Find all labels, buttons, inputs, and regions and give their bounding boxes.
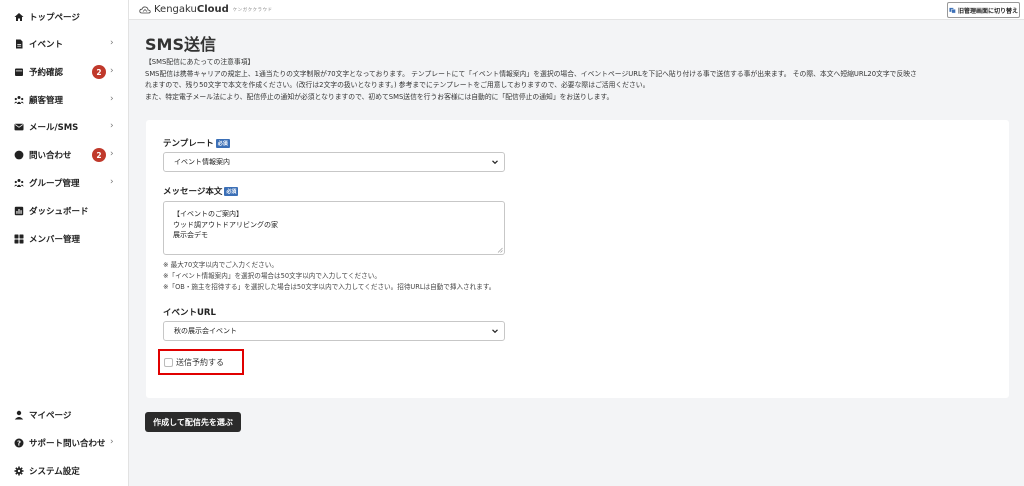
question-icon: ? (14, 438, 24, 448)
chevron-right-icon: › (110, 94, 114, 104)
sidebar: トップページ イベント › 予約確認 2 › 顧客管理 › メール/SMS › … (0, 0, 129, 486)
message-line: 展示会デモ (173, 231, 208, 239)
group-icon (14, 178, 24, 188)
sidebar-item-top[interactable]: トップページ (0, 6, 129, 28)
sidebar-item-label: サポート問い合わせ (29, 439, 106, 449)
mail-icon (14, 122, 24, 132)
sidebar-item-event[interactable]: イベント › (0, 33, 129, 55)
notice-line: 【SMS配信にあたっての注意事項】 (145, 58, 255, 66)
message-label: メッセージ本文 必須 (163, 185, 239, 197)
sidebar-item-mail-sms[interactable]: メール/SMS › (0, 116, 129, 138)
template-select-value: イベント情報案内 (174, 158, 230, 166)
switch-old-admin-button[interactable]: 旧管理画面に切り替え (947, 2, 1020, 18)
gear-icon (14, 466, 24, 476)
schedule-send-checkbox[interactable] (164, 357, 173, 367)
hint-line: ※ 最大70文字以内でご入力ください。 (163, 261, 278, 269)
chevron-right-icon: › (110, 38, 114, 48)
notice-line: SMS配信は携帯キャリアの規定上、1通当たりの文字制限が70文字となっております… (145, 69, 917, 78)
template-label-text: テンプレート (163, 139, 214, 149)
cloud-logo-icon (139, 6, 151, 13)
switch-icon (949, 7, 956, 13)
notice-line: れますので、残り50文字で本文を作成ください。(改行は2文字の扱いとなります。)… (145, 81, 650, 89)
logo-text: Kengaku (154, 4, 197, 15)
schedule-send-option[interactable]: 送信予約する (158, 349, 244, 375)
sidebar-item-label: システム設定 (29, 467, 80, 477)
sidebar-item-inquiries[interactable]: 問い合わせ 2 › (0, 144, 129, 166)
svg-text:?: ? (17, 440, 21, 448)
notification-badge: 2 (92, 148, 106, 162)
sidebar-item-mypage[interactable]: マイページ (0, 404, 129, 426)
sidebar-item-label: ダッシュボード (29, 207, 89, 217)
resize-handle-icon[interactable] (497, 247, 503, 253)
logo-subtext: ケンガククラウド (232, 7, 273, 13)
message-line: 【イベントのご案内】 (173, 210, 243, 218)
user-icon (14, 410, 24, 420)
hint-line: ※「イベント情報案内」を選択の場合は50文字以内で入力してください。 (163, 272, 381, 280)
sidebar-item-label: メンバー管理 (29, 235, 81, 245)
switch-old-admin-label: 旧管理画面に切り替え (957, 7, 1018, 15)
create-and-select-recipients-button[interactable]: 作成して配信先を選ぶ (145, 412, 241, 432)
people-icon (14, 95, 24, 105)
message-label-text: メッセージ本文 (163, 187, 223, 197)
logo-text-bold: Cloud (196, 4, 229, 15)
sidebar-item-label: マイページ (29, 411, 72, 421)
chevron-right-icon: › (110, 149, 114, 159)
required-tag: 必須 (215, 138, 230, 148)
sidebar-item-label: イベント (29, 40, 64, 50)
schedule-send-label: 送信予約する (176, 357, 224, 367)
chevron-right-icon: › (110, 66, 114, 76)
sidebar-item-reservation[interactable]: 予約確認 2 › (0, 61, 129, 83)
sms-notice: 【SMS配信にあたっての注意事項】 SMS配信は携帯キャリアの規定上、1通当たり… (145, 57, 1015, 103)
sidebar-item-support[interactable]: ? サポート問い合わせ › (0, 432, 129, 454)
topbar: Kengaku Cloud ケンガククラウド 旧管理画面に切り替え (129, 0, 1024, 20)
notice-line: また、特定電子メール法により、配信停止の通知が必須となりますので、初めてSMS送… (145, 92, 614, 101)
grid-icon (14, 234, 24, 244)
template-select[interactable]: イベント情報案内 (163, 152, 505, 172)
chevron-down-icon (492, 329, 498, 334)
sidebar-item-members[interactable]: メンバー管理 (0, 228, 129, 250)
notification-badge: 2 (92, 65, 106, 79)
sidebar-item-label: 顧客管理 (29, 96, 64, 106)
message-line: ウッド調アウトドアリビングの家 (173, 220, 278, 229)
template-label: テンプレート 必須 (163, 137, 230, 149)
chevron-right-icon: › (110, 177, 114, 187)
event-url-label-text: イベントURL (163, 308, 216, 318)
sidebar-item-dashboard[interactable]: ダッシュボード (0, 200, 129, 222)
hint-line: ※「OB・施主を招待する」を選択した場合は50文字以内で入力してください。招待U… (163, 283, 496, 291)
sidebar-item-label: 予約確認 (29, 68, 64, 78)
document-icon (14, 39, 24, 49)
chevron-down-icon (492, 160, 498, 165)
event-url-select[interactable]: 秋の展示会イベント (163, 321, 505, 341)
event-url-label: イベントURL (163, 306, 216, 318)
chevron-right-icon: › (110, 121, 114, 131)
sidebar-item-label: トップページ (29, 13, 80, 23)
sidebar-item-groups[interactable]: グループ管理 › (0, 172, 129, 194)
sidebar-item-customers[interactable]: 顧客管理 › (0, 89, 129, 111)
event-url-select-value: 秋の展示会イベント (174, 327, 237, 335)
required-tag: 必須 (224, 186, 239, 196)
calendar-icon (14, 67, 24, 77)
sidebar-item-label: 問い合わせ (29, 151, 72, 161)
chevron-right-icon: › (110, 437, 114, 447)
app-logo[interactable]: Kengaku Cloud ケンガククラウド (139, 4, 272, 15)
sidebar-item-settings[interactable]: システム設定 (0, 460, 129, 482)
home-icon (14, 12, 24, 22)
sidebar-item-label: グループ管理 (29, 179, 80, 189)
chat-icon (14, 150, 24, 160)
sidebar-item-label: メール/SMS (29, 123, 79, 133)
message-hints: ※ 最大70文字以内でご入力ください。 ※「イベント情報案内」を選択の場合は50… (163, 260, 495, 293)
message-textarea[interactable]: 【イベントのご案内】 ウッド調アウトドアリビングの家 展示会デモ (163, 201, 505, 255)
page-title: SMS送信 (145, 35, 216, 54)
chart-icon (14, 206, 24, 216)
